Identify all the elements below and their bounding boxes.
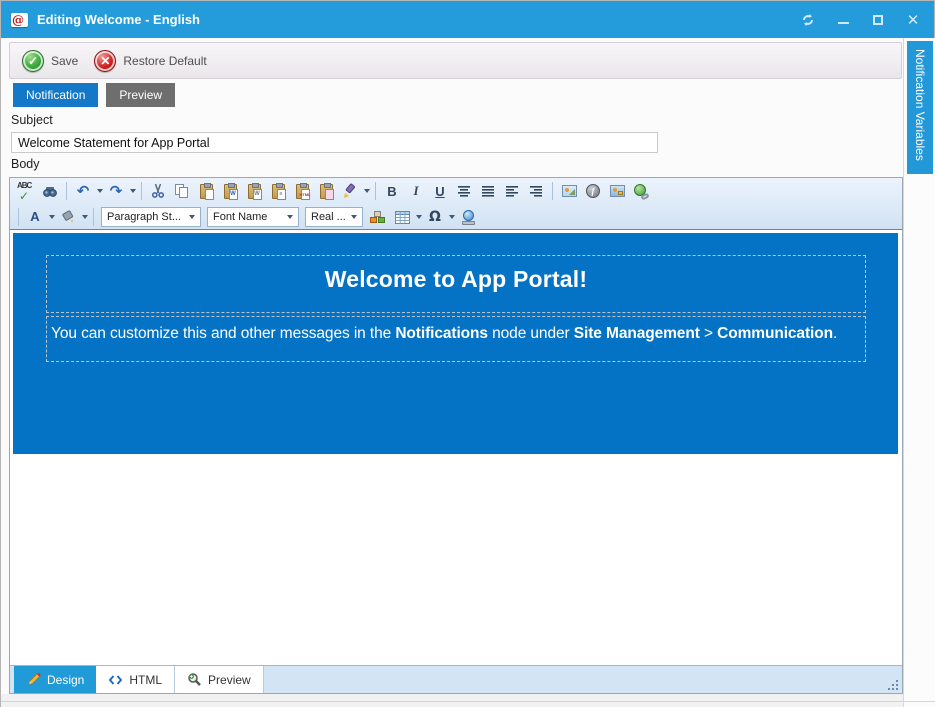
toolbar-separator bbox=[18, 208, 19, 226]
restore-default-button[interactable]: Restore Default bbox=[123, 54, 206, 68]
paste-html-icon[interactable]: HTML bbox=[290, 180, 314, 202]
back-color-icon[interactable] bbox=[56, 206, 80, 228]
italic-icon[interactable]: I bbox=[404, 180, 428, 202]
table-icon[interactable] bbox=[390, 206, 414, 228]
align-justify-icon[interactable] bbox=[476, 180, 500, 202]
dropdown-caret[interactable] bbox=[80, 206, 89, 228]
magnifier-icon bbox=[187, 672, 202, 687]
bold-icon[interactable]: B bbox=[380, 180, 404, 202]
maximize-button[interactable] bbox=[871, 13, 885, 27]
editor-mode-design[interactable]: Design bbox=[14, 666, 96, 693]
paste-icon[interactable] bbox=[194, 180, 218, 202]
app-icon: @ bbox=[11, 13, 28, 27]
editor-toolbar: ABC✓↶↷WW≡HTMLBIUf AParagraph St...Font N… bbox=[10, 178, 902, 230]
editor-content[interactable]: Welcome to App Portal! You can customize… bbox=[10, 230, 902, 665]
align-left-icon[interactable] bbox=[500, 180, 524, 202]
right-sidebar: Notification Variables bbox=[903, 38, 935, 707]
toolbar-separator bbox=[552, 182, 553, 200]
toolbar-separator bbox=[141, 182, 142, 200]
paragraph-style-dropdown[interactable]: Paragraph St... bbox=[101, 207, 201, 227]
template-manager-icon[interactable] bbox=[456, 206, 480, 228]
toolbar-separator bbox=[66, 182, 67, 200]
welcome-paragraph: You can customize this and other message… bbox=[47, 317, 865, 343]
module-manager-icon[interactable] bbox=[366, 206, 390, 228]
pencil-icon bbox=[26, 672, 41, 687]
dropdown-caret[interactable] bbox=[47, 206, 56, 228]
welcome-heading: Welcome to App Portal! bbox=[47, 266, 865, 293]
tab-preview[interactable]: Preview bbox=[106, 83, 175, 107]
align-right-icon[interactable] bbox=[524, 180, 548, 202]
copy-icon[interactable] bbox=[170, 180, 194, 202]
tab-notification[interactable]: Notification bbox=[13, 83, 98, 107]
rich-text-editor: ABC✓↶↷WW≡HTMLBIUf AParagraph St...Font N… bbox=[9, 177, 903, 694]
paste-plain-icon[interactable]: ≡ bbox=[266, 180, 290, 202]
font-size-dropdown[interactable]: Real ... bbox=[305, 207, 363, 227]
editor-mode-bar: DesignHTMLPreview bbox=[10, 665, 902, 693]
refresh-icon[interactable] bbox=[801, 13, 815, 27]
find-icon[interactable] bbox=[38, 180, 62, 202]
underline-icon[interactable]: U bbox=[428, 180, 452, 202]
body-label: Body bbox=[11, 157, 40, 171]
toolbar-separator bbox=[93, 208, 94, 226]
subject-label: Subject bbox=[11, 113, 53, 127]
align-center-icon[interactable] bbox=[452, 180, 476, 202]
close-button[interactable]: ✕ bbox=[906, 13, 920, 27]
tab-bar: Notification Preview bbox=[13, 83, 175, 107]
symbol-icon[interactable]: Ω bbox=[423, 206, 447, 228]
notification-variables-tab[interactable]: Notification Variables bbox=[907, 41, 933, 174]
save-button[interactable]: Save bbox=[51, 54, 78, 68]
dropdown-caret[interactable] bbox=[414, 206, 423, 228]
editor-mode-html[interactable]: HTML bbox=[96, 666, 175, 693]
format-painter-icon[interactable] bbox=[338, 180, 362, 202]
font-name-dropdown[interactable]: Font Name bbox=[207, 207, 299, 227]
dialog-window: @ Editing Welcome - English ✕ ✓ Save ✕ R… bbox=[0, 0, 935, 707]
window-title: Editing Welcome - English bbox=[37, 12, 200, 27]
hyperlink-manager-icon[interactable] bbox=[629, 180, 653, 202]
email-body-background: Welcome to App Portal! You can customize… bbox=[13, 233, 898, 454]
titlebar: @ Editing Welcome - English ✕ bbox=[1, 1, 934, 38]
paste-markup-icon[interactable] bbox=[314, 180, 338, 202]
subject-input[interactable] bbox=[11, 132, 658, 153]
flash-manager-icon[interactable]: f bbox=[581, 180, 605, 202]
paste-word-clean-icon[interactable]: W bbox=[242, 180, 266, 202]
restore-default-icon[interactable]: ✕ bbox=[94, 50, 116, 72]
editor-mode-preview[interactable]: Preview bbox=[175, 666, 264, 693]
image-manager-icon[interactable] bbox=[557, 180, 581, 202]
save-icon[interactable]: ✓ bbox=[22, 50, 44, 72]
action-toolbar: ✓ Save ✕ Restore Default bbox=[9, 42, 902, 79]
cut-icon[interactable] bbox=[146, 180, 170, 202]
heading-block[interactable]: Welcome to App Portal! bbox=[46, 255, 866, 313]
resize-grip[interactable] bbox=[885, 677, 898, 690]
minimize-button[interactable] bbox=[836, 13, 850, 27]
undo-icon[interactable]: ↶ bbox=[71, 180, 95, 202]
dropdown-caret[interactable] bbox=[447, 206, 456, 228]
dropdown-caret[interactable] bbox=[128, 180, 137, 202]
code-icon bbox=[108, 673, 123, 687]
dropdown-caret[interactable] bbox=[95, 180, 104, 202]
paragraph-block[interactable]: You can customize this and other message… bbox=[46, 316, 866, 362]
redo-icon[interactable]: ↷ bbox=[104, 180, 128, 202]
dropdown-caret[interactable] bbox=[362, 180, 371, 202]
toolbar-separator bbox=[375, 182, 376, 200]
paste-word-icon[interactable]: W bbox=[218, 180, 242, 202]
spellcheck-icon[interactable]: ABC✓ bbox=[14, 180, 38, 202]
media-manager-icon[interactable] bbox=[605, 180, 629, 202]
fore-color-icon[interactable]: A bbox=[23, 206, 47, 228]
